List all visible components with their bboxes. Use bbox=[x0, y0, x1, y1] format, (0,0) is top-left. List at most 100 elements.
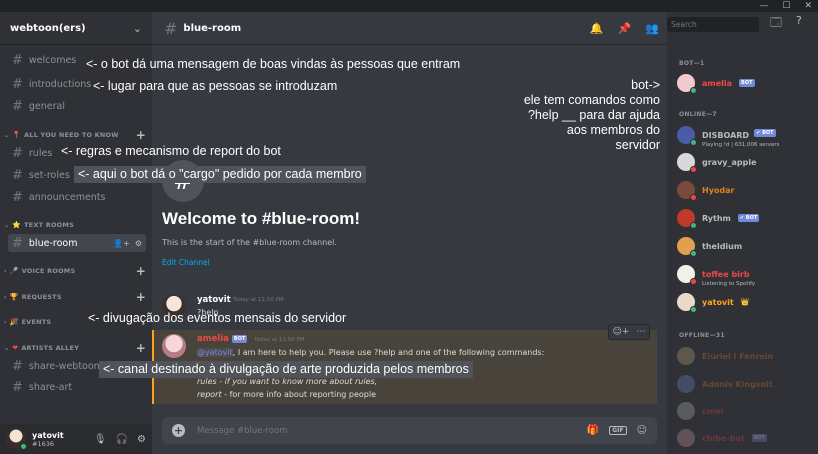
annotation-line: ele tem comandos como bbox=[523, 93, 660, 107]
user-mention[interactable]: @yatovit bbox=[197, 348, 233, 357]
member-item[interactable]: Adonis Kingsolt bbox=[677, 373, 815, 395]
add-channel-icon[interactable]: + bbox=[136, 290, 146, 304]
add-channel-icon[interactable]: + bbox=[136, 128, 146, 142]
channel-share-art[interactable]: # share-art bbox=[8, 378, 146, 396]
channel-title: blue-room bbox=[183, 22, 242, 34]
status-online-icon bbox=[690, 250, 697, 257]
add-channel-icon[interactable]: + bbox=[136, 341, 146, 355]
message-author[interactable]: yatovit bbox=[197, 295, 231, 305]
message-author[interactable]: amelia BOT bbox=[197, 334, 248, 344]
annotation-rules: <- regras e mecanismo de report do bot bbox=[61, 144, 281, 158]
member-status: Listening to Spotify bbox=[702, 280, 756, 287]
status-online-icon bbox=[690, 306, 697, 313]
member-item[interactable]: Hyodar bbox=[677, 179, 815, 201]
gear-icon[interactable]: ⚙ bbox=[135, 239, 142, 248]
member-item[interactable]: Rythm ✔ BOT bbox=[677, 207, 815, 229]
channel-general[interactable]: # general bbox=[8, 97, 146, 115]
avatar bbox=[677, 429, 695, 447]
bot-badge: ✔ BOT bbox=[737, 214, 760, 222]
message-timestamp: Today at 11:50 PM bbox=[254, 337, 305, 343]
gif-button[interactable]: GIF bbox=[609, 426, 627, 435]
member-item[interactable]: toffee birb Listening to Spotify bbox=[677, 263, 815, 287]
member-name: toffee birb bbox=[702, 269, 750, 279]
member-item[interactable]: yatovit 👑 bbox=[677, 291, 815, 313]
annotation-line: ?help __ para dar ajuda bbox=[527, 108, 660, 122]
avatar[interactable] bbox=[162, 334, 186, 358]
member-item[interactable]: DISBOARD ✔ BOT Playing !d | 631,006 serve… bbox=[677, 124, 815, 148]
member-item[interactable]: cmel bbox=[677, 400, 815, 422]
minimize-button[interactable]: — bbox=[759, 0, 768, 12]
author-name: amelia bbox=[197, 334, 229, 344]
channel-label: blue-room bbox=[28, 237, 78, 249]
maximize-button[interactable]: ☐ bbox=[782, 0, 790, 12]
welcome-title: Welcome to #blue-room! bbox=[162, 209, 361, 228]
channel-announcements[interactable]: # announcements bbox=[8, 188, 146, 206]
edit-channel-link[interactable]: Edit Channel bbox=[162, 258, 210, 267]
message-timestamp: Today at 11:50 PM bbox=[233, 297, 284, 303]
member-item[interactable]: Eluriel l Fenrein bbox=[677, 345, 815, 367]
mic-icon[interactable]: 🎙 bbox=[94, 434, 107, 445]
invite-icon[interactable]: 👤+ bbox=[113, 239, 130, 248]
status-online-icon bbox=[690, 139, 697, 146]
add-attachment-icon[interactable]: + bbox=[172, 424, 185, 437]
annotation-set-roles: <- aqui o bot dá o "cargo" pedido por ca… bbox=[74, 166, 366, 183]
bell-icon[interactable]: 🔔 bbox=[590, 22, 604, 35]
avatar bbox=[677, 265, 697, 285]
heart-icon: ❤ bbox=[12, 344, 19, 352]
member-status: Playing !d | 631,006 servers bbox=[702, 141, 780, 148]
hash-icon: # bbox=[12, 145, 23, 161]
avatar[interactable] bbox=[6, 429, 27, 450]
message-composer[interactable]: + Message #blue-room 🎁 GIF ☺ bbox=[162, 417, 657, 444]
gift-icon[interactable]: 🎁 bbox=[587, 425, 599, 436]
caret-right-icon: › bbox=[4, 293, 7, 301]
close-button[interactable]: ✕ bbox=[804, 0, 812, 12]
emoji-icon[interactable]: ☺ bbox=[637, 425, 647, 436]
help-icon[interactable]: ? bbox=[796, 14, 802, 33]
member-item[interactable]: chibe-bot BOT bbox=[677, 427, 815, 449]
message-input[interactable]: Message #blue-room bbox=[197, 426, 288, 436]
bot-badge: BOT bbox=[751, 434, 768, 442]
channel-label: welcomes bbox=[28, 54, 77, 66]
member-name: Rythm bbox=[702, 213, 731, 223]
username: yatovit bbox=[32, 430, 64, 440]
hash-icon: # bbox=[12, 98, 23, 114]
channel-label: rules bbox=[28, 147, 53, 159]
welcome-subtitle: This is the start of the #blue-room chan… bbox=[162, 238, 337, 247]
status-online-icon bbox=[20, 443, 27, 450]
search-input[interactable]: Search bbox=[667, 17, 759, 32]
pin-icon[interactable]: 📌 bbox=[618, 22, 632, 35]
window-titlebar: — ☐ ✕ bbox=[0, 0, 818, 12]
more-icon[interactable]: ⋯ bbox=[636, 327, 645, 337]
category-label: VOICE ROOMS bbox=[21, 267, 76, 275]
member-item[interactable]: gravy_apple bbox=[677, 151, 815, 173]
caret-down-icon: ⌄ bbox=[4, 131, 10, 139]
gear-icon[interactable]: ⚙ bbox=[137, 434, 146, 445]
avatar bbox=[677, 74, 697, 94]
channel-label: share-webtoons bbox=[28, 360, 105, 372]
category-voice-rooms[interactable]: › 🎤 VOICE ROOMS + bbox=[4, 264, 146, 278]
add-reaction-icon[interactable]: ☺+ bbox=[613, 327, 630, 337]
message-line: rules - if you want to know more about r… bbox=[197, 377, 378, 386]
caret-right-icon: › bbox=[4, 318, 7, 326]
category-artists-alley[interactable]: ⌄ ❤ ARTISTS ALLEY + bbox=[4, 341, 146, 355]
annotation-line: servidor bbox=[615, 138, 660, 152]
category-label: TEXT ROOMS bbox=[24, 221, 74, 229]
member-name: chibe-bot bbox=[702, 433, 745, 443]
headphones-icon[interactable]: 🎧 bbox=[116, 434, 128, 445]
channel-label: set-roles bbox=[28, 169, 70, 181]
member-item[interactable]: amelia BOT bbox=[677, 72, 815, 94]
party-icon: 🎉 bbox=[9, 318, 19, 326]
member-item[interactable]: theldium bbox=[677, 235, 815, 257]
members-icon[interactable]: 👥 bbox=[645, 22, 659, 35]
category-text-rooms[interactable]: ⌄ ⭐ TEXT ROOMS bbox=[4, 219, 146, 231]
inbox-icon[interactable]: 🗔 bbox=[770, 14, 782, 33]
category-important[interactable]: ⌄ 📍 ALL YOU NEED TO KNOW + bbox=[4, 128, 146, 142]
avatar bbox=[677, 347, 695, 365]
channel-blue-room[interactable]: # blue-room 👤+ ⚙ bbox=[8, 234, 146, 252]
server-header[interactable]: webtoon(ers) ⌄ bbox=[0, 12, 152, 45]
add-channel-icon[interactable]: + bbox=[136, 264, 146, 278]
trophy-icon: 🏆 bbox=[9, 293, 19, 301]
category-requests[interactable]: › 🏆 REQUESTS + bbox=[4, 290, 146, 304]
channel-label: general bbox=[28, 100, 66, 112]
message-line: report - for more info about reporting p… bbox=[197, 390, 376, 399]
